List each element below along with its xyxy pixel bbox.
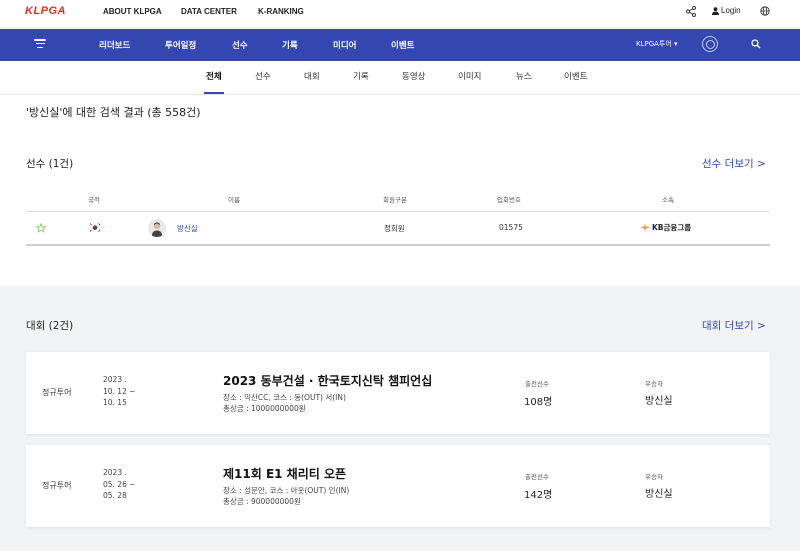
tab-tournaments[interactable]: 대회 xyxy=(304,70,320,82)
korea-flag-icon xyxy=(89,222,101,233)
tournament-name-link[interactable]: 제11회 E1 채리티 오픈 xyxy=(223,465,346,482)
tournaments-section-title: 대회 (2건) xyxy=(26,320,74,332)
col-affiliation: 소속 xyxy=(662,196,674,204)
player-name-link[interactable]: 방신실 xyxy=(177,223,198,234)
col-member-type: 회원구분 xyxy=(383,196,407,204)
date-end: 10. 15 xyxy=(103,398,127,407)
klpga-emblem-icon[interactable] xyxy=(702,36,718,52)
top-bar: KLPGA ABOUT KLPGA DATA CENTER K-RANKING … xyxy=(0,0,800,28)
players-count: 108명 xyxy=(524,397,553,408)
favorite-star-icon[interactable] xyxy=(36,223,46,233)
tab-all[interactable]: 전체 xyxy=(204,70,224,94)
member-number: 01575 xyxy=(499,223,523,232)
tournament-info: 장소 : 익산CC, 코스 : 동(OUT) 서(IN) 총상금 : 10000… xyxy=(223,392,346,414)
nav-players[interactable]: 선수 xyxy=(232,39,248,51)
nav-records[interactable]: 기록 xyxy=(282,39,298,51)
col-nationality: 국적 xyxy=(88,196,100,204)
kb-star-icon xyxy=(640,224,650,231)
winner-name: 방신실 xyxy=(645,489,673,500)
tournament-date: 2023 . 10. 12 ~ 10. 15 xyxy=(103,374,136,409)
klpga-logo[interactable]: KLPGA xyxy=(25,5,66,17)
tour-select-dropdown[interactable]: KLPGA투어 ▾ xyxy=(636,39,678,49)
date-start: 10. 12 ~ xyxy=(103,386,136,396)
nav-events[interactable]: 이벤트 xyxy=(391,39,414,51)
players-more-link[interactable]: 선수 더보기 > xyxy=(702,156,766,171)
tournament-card[interactable]: 정규투어 2023 . 05. 26 ~ 05. 28 제11회 E1 채리티 … xyxy=(26,445,770,527)
login-link[interactable]: Login xyxy=(712,6,741,15)
tab-images[interactable]: 이미지 xyxy=(458,70,481,82)
winner-label: 우승자 xyxy=(645,380,663,388)
players-section-title: 선수 (1건) xyxy=(26,158,74,170)
nav-tour-schedule[interactable]: 투어일정 xyxy=(165,39,196,51)
player-avatar[interactable] xyxy=(148,219,166,237)
search-icon[interactable] xyxy=(751,39,761,49)
tournament-venue: 장소 : 익산CC, 코스 : 동(OUT) 서(IN) xyxy=(223,393,346,402)
tournament-info: 장소 : 성문안, 코스 : 아웃(OUT) 인(IN) 총상금 : 90000… xyxy=(223,485,349,507)
sponsor-name: KB금융그룹 xyxy=(652,223,692,232)
players-table: 국적 이름 회원구분 입회번호 소속 방신실 정회원 01575 KB금융그룹 xyxy=(26,186,770,246)
player-photo-icon xyxy=(148,219,166,237)
menu-icon[interactable] xyxy=(34,39,46,49)
share-icon[interactable] xyxy=(686,6,696,17)
tab-players[interactable]: 선수 xyxy=(255,70,271,82)
date-start: 05. 26 ~ xyxy=(103,479,136,489)
date-year: 2023 . xyxy=(103,375,127,384)
sponsor-logo: KB금융그룹 xyxy=(640,222,691,233)
nav-leaderboard[interactable]: 리더보드 xyxy=(99,39,130,51)
col-name: 이름 xyxy=(228,196,240,204)
players-count: 142명 xyxy=(524,490,553,501)
tab-videos[interactable]: 동영상 xyxy=(402,70,425,82)
tournament-prize: 총상금 : 900000000원 xyxy=(223,497,301,506)
login-label: Login xyxy=(721,6,741,15)
tournament-venue: 장소 : 성문안, 코스 : 아웃(OUT) 인(IN) xyxy=(223,486,350,495)
tournament-card[interactable]: 정규투어 2023 . 10. 12 ~ 10. 15 2023 동부건설 · … xyxy=(26,352,770,434)
tour-type: 정규투어 xyxy=(42,481,72,490)
winner-label: 우승자 xyxy=(645,473,663,481)
players-count-label: 출전선수 xyxy=(525,380,549,388)
globe-icon[interactable] xyxy=(760,6,770,16)
tournament-name-link[interactable]: 2023 동부건설 · 한국토지신탁 챔피언십 xyxy=(223,372,432,389)
nav-media[interactable]: 미디어 xyxy=(333,39,356,51)
k-ranking-link[interactable]: K-RANKING xyxy=(258,7,304,16)
table-row[interactable]: 방신실 정회원 01575 KB금융그룹 xyxy=(26,212,770,246)
players-count-label: 출전선수 xyxy=(525,473,549,481)
tournaments-more-link[interactable]: 대회 더보기 > xyxy=(702,318,766,333)
date-end: 05. 28 xyxy=(103,491,127,500)
tab-events[interactable]: 이벤트 xyxy=(564,70,587,82)
players-table-header: 국적 이름 회원구분 입회번호 소속 xyxy=(26,186,770,212)
user-icon xyxy=(712,6,719,15)
tab-news[interactable]: 뉴스 xyxy=(516,70,532,82)
tournament-prize: 총상금 : 1000000000원 xyxy=(223,404,306,413)
data-center-link[interactable]: DATA CENTER xyxy=(181,7,237,16)
tournament-date: 2023 . 05. 26 ~ 05. 28 xyxy=(103,467,136,502)
main-nav: 리더보드 투어일정 선수 기록 미디어 이벤트 KLPGA투어 ▾ xyxy=(0,29,800,61)
date-year: 2023 . xyxy=(103,468,127,477)
winner-name: 방신실 xyxy=(645,396,673,407)
tour-type: 정규투어 xyxy=(42,388,72,397)
col-member-no: 입회번호 xyxy=(497,196,521,204)
about-klpga-link[interactable]: ABOUT KLPGA xyxy=(103,7,162,16)
tab-records[interactable]: 기록 xyxy=(353,70,369,82)
search-result-title: '방신실'에 대한 검색 결과 (총 558건) xyxy=(26,106,201,119)
member-type: 정회원 xyxy=(384,224,405,233)
search-category-tabs: 전체 선수 대회 기록 동영상 이미지 뉴스 이벤트 xyxy=(0,61,800,95)
